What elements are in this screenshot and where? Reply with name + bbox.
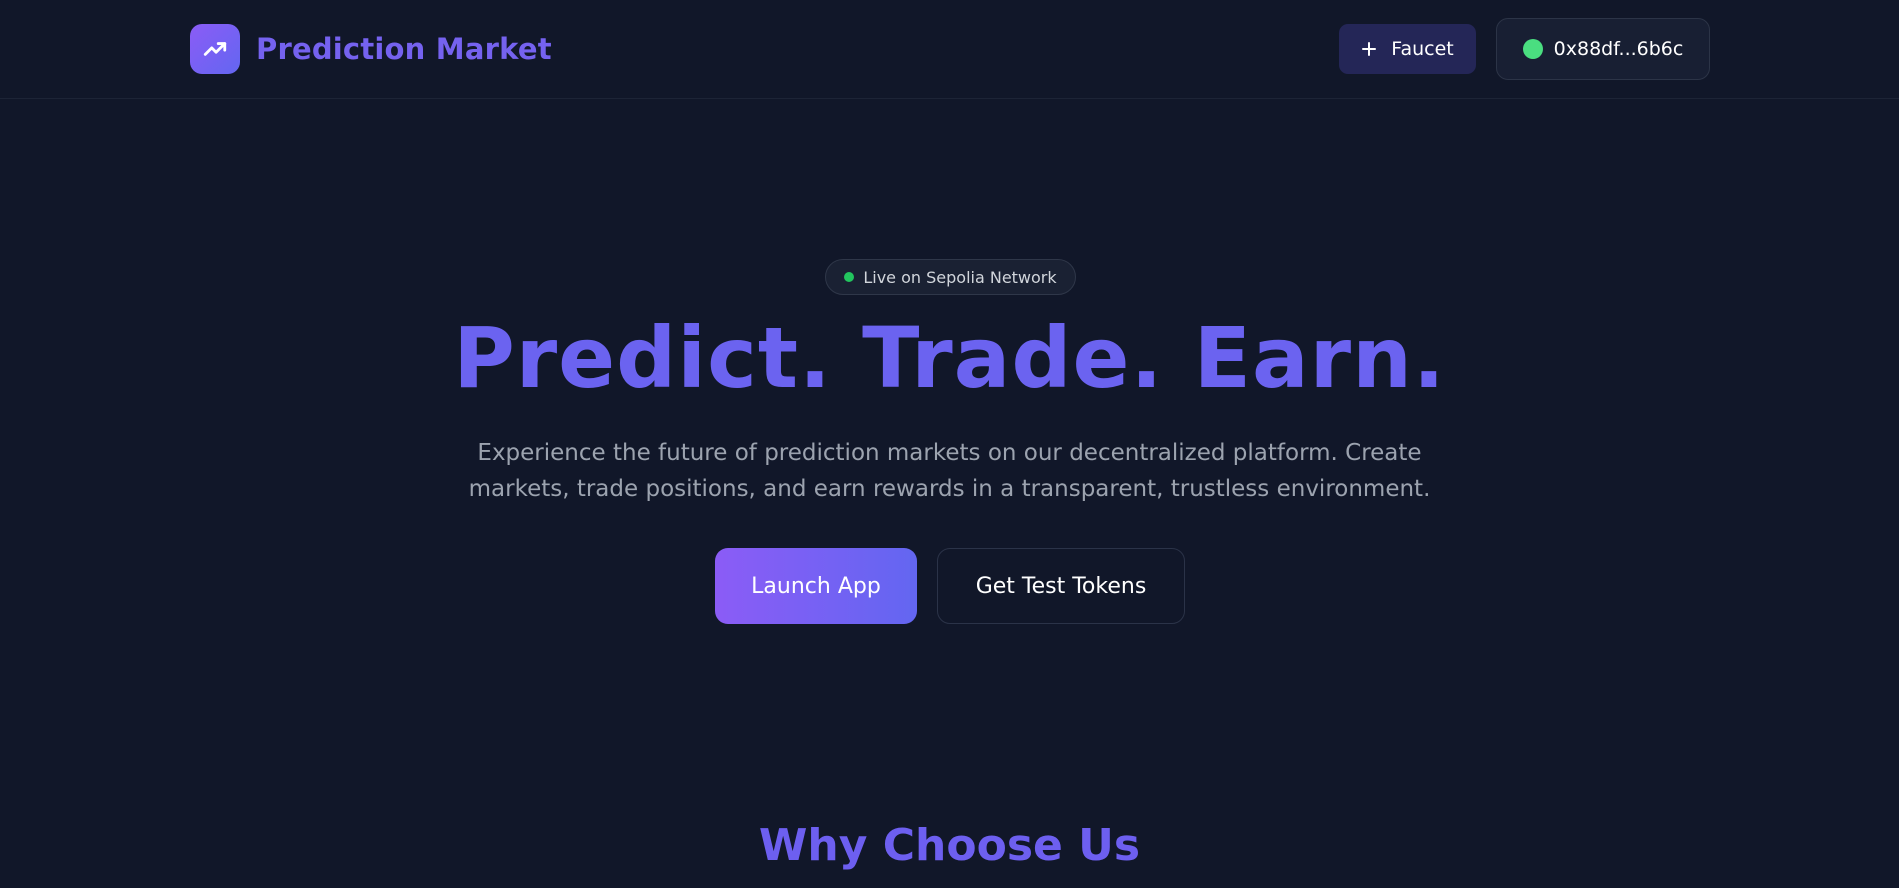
hero-title: Predict. Trade. Earn. xyxy=(453,309,1446,407)
launch-app-button[interactable]: Launch App xyxy=(715,548,917,624)
brand[interactable]: Prediction Market xyxy=(190,24,552,74)
hero-subtitle: Experience the future of prediction mark… xyxy=(450,435,1449,507)
live-indicator-dot xyxy=(844,272,855,282)
faucet-button[interactable]: Faucet xyxy=(1339,24,1476,74)
features-section-title: Why Choose Us xyxy=(758,820,1141,871)
launch-app-label: Launch App xyxy=(751,573,881,599)
network-status-badge: Live on Sepolia Network xyxy=(825,259,1076,295)
network-status-text: Live on Sepolia Network xyxy=(863,267,1057,287)
wallet-status-dot xyxy=(1522,39,1543,59)
get-test-tokens-label: Get Test Tokens xyxy=(975,573,1147,599)
hero-subtitle-line-1: Experience the future of prediction mark… xyxy=(477,440,1422,466)
plus-icon xyxy=(1362,42,1377,56)
top-navbar: Prediction Market Faucet 0x88df...6b6c xyxy=(0,0,1899,99)
faucet-label: Faucet xyxy=(1391,38,1454,60)
hero-subtitle-line-2: markets, trade positions, and earn rewar… xyxy=(468,476,1431,502)
landing-page: Prediction Market Faucet 0x88df...6b6c L… xyxy=(0,0,1899,888)
wallet-button[interactable]: 0x88df...6b6c xyxy=(1496,18,1710,80)
trending-up-icon xyxy=(190,24,240,74)
get-test-tokens-button[interactable]: Get Test Tokens xyxy=(937,548,1185,624)
wallet-address: 0x88df...6b6c xyxy=(1553,38,1684,60)
brand-title: Prediction Market xyxy=(256,32,552,66)
